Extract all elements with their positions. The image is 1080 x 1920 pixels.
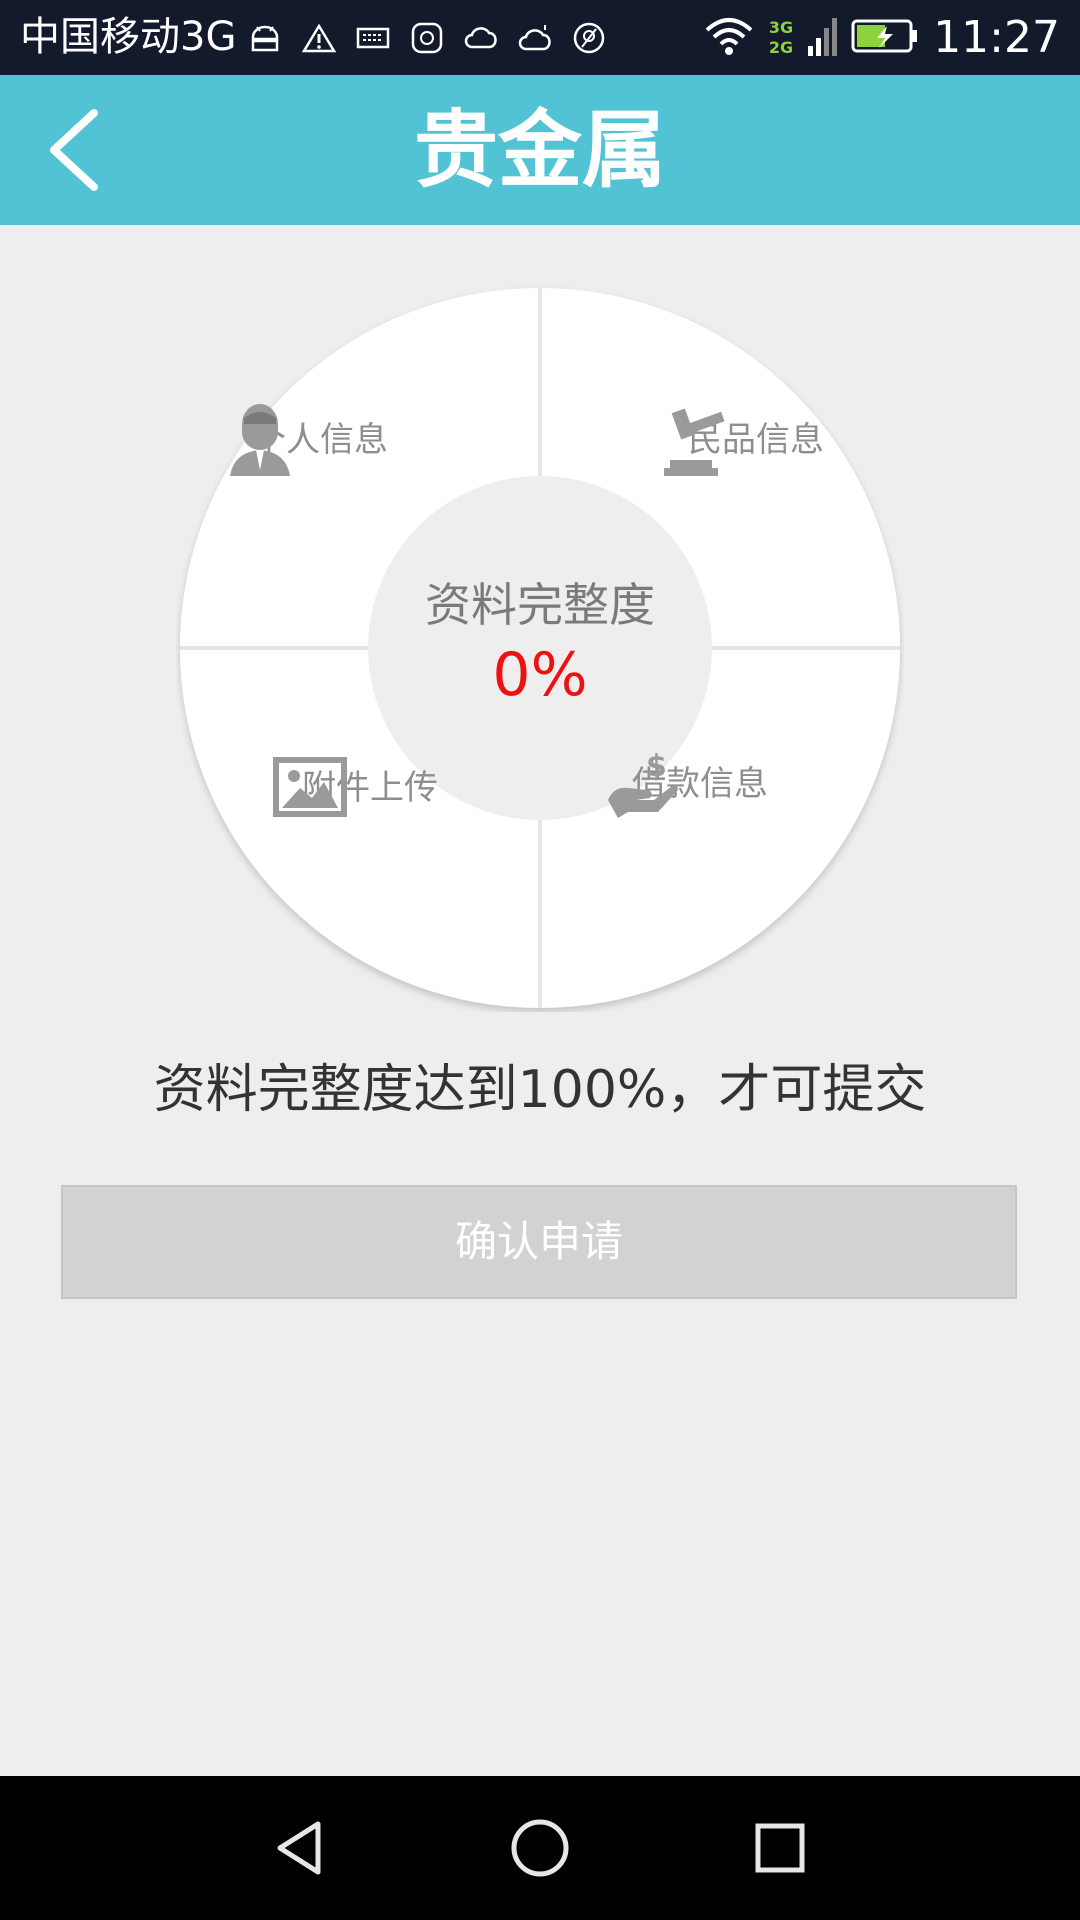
section-loan-info[interactable]: $ 借款信息 (600, 748, 800, 818)
nav-home-button[interactable] (490, 1798, 590, 1898)
wifi-icon (703, 14, 755, 62)
completion-percent: 0% (492, 640, 588, 710)
app-icon (570, 19, 608, 57)
chevron-left-icon (50, 109, 98, 191)
signal-icon (807, 14, 838, 62)
net-type-bottom: 2G (768, 38, 794, 57)
completion-notice: 资料完整度达到100%，才可提交 (153, 1060, 927, 1120)
section-collateral-info[interactable]: 民品信息 (656, 404, 856, 476)
recent-square-icon (755, 1823, 805, 1873)
gavel-icon (664, 408, 725, 476)
battery-charging-icon (851, 18, 919, 58)
navigation-bar (0, 1776, 1080, 1920)
clock: 11:27 (933, 12, 1060, 63)
net-type-top: 3G (768, 18, 794, 37)
status-bar: 中国移动3G 3G 2G 11:27 (0, 0, 1080, 75)
image-icon (273, 757, 347, 817)
network-type: 3G 2G (769, 18, 793, 58)
completion-center: 资料完整度 0% (370, 574, 710, 714)
keyboard-icon (354, 19, 392, 57)
title-bar: 贵金属 (0, 75, 1080, 225)
carrier-label: 中国移动3G (20, 14, 237, 60)
screen: 中国移动3G 3G 2G 11:27 贵金属 个人信息 民品信息 附件上传 $ … (0, 0, 1080, 1920)
status-right: 3G 2G 11:27 (703, 8, 1060, 68)
home-circle-icon (511, 1819, 569, 1877)
person-icon (230, 404, 290, 476)
money-hand-icon: $ (608, 749, 678, 818)
page-title: 贵金属 (413, 101, 666, 199)
section-personal-info[interactable]: 个人信息 (220, 404, 420, 476)
nav-back-button[interactable] (250, 1798, 350, 1898)
weather-icon (516, 19, 554, 57)
android-icon (246, 19, 284, 57)
svg-text:$: $ (646, 749, 667, 784)
back-triangle-icon (277, 1821, 321, 1875)
confirm-application-button[interactable]: 确认申请 (61, 1185, 1017, 1299)
completion-label: 资料完整度 (425, 578, 655, 632)
section-attachment-upload[interactable]: 附件上传 (270, 752, 470, 817)
notification-icons (246, 16, 608, 60)
back-button[interactable] (40, 105, 110, 195)
huawei-icon (408, 19, 446, 57)
nav-recent-button[interactable] (730, 1798, 830, 1898)
cloud-icon (462, 19, 500, 57)
completion-wheel: 个人信息 民品信息 附件上传 $ 借款信息 资料完整度 0% (176, 284, 904, 1012)
warning-icon (300, 19, 338, 57)
